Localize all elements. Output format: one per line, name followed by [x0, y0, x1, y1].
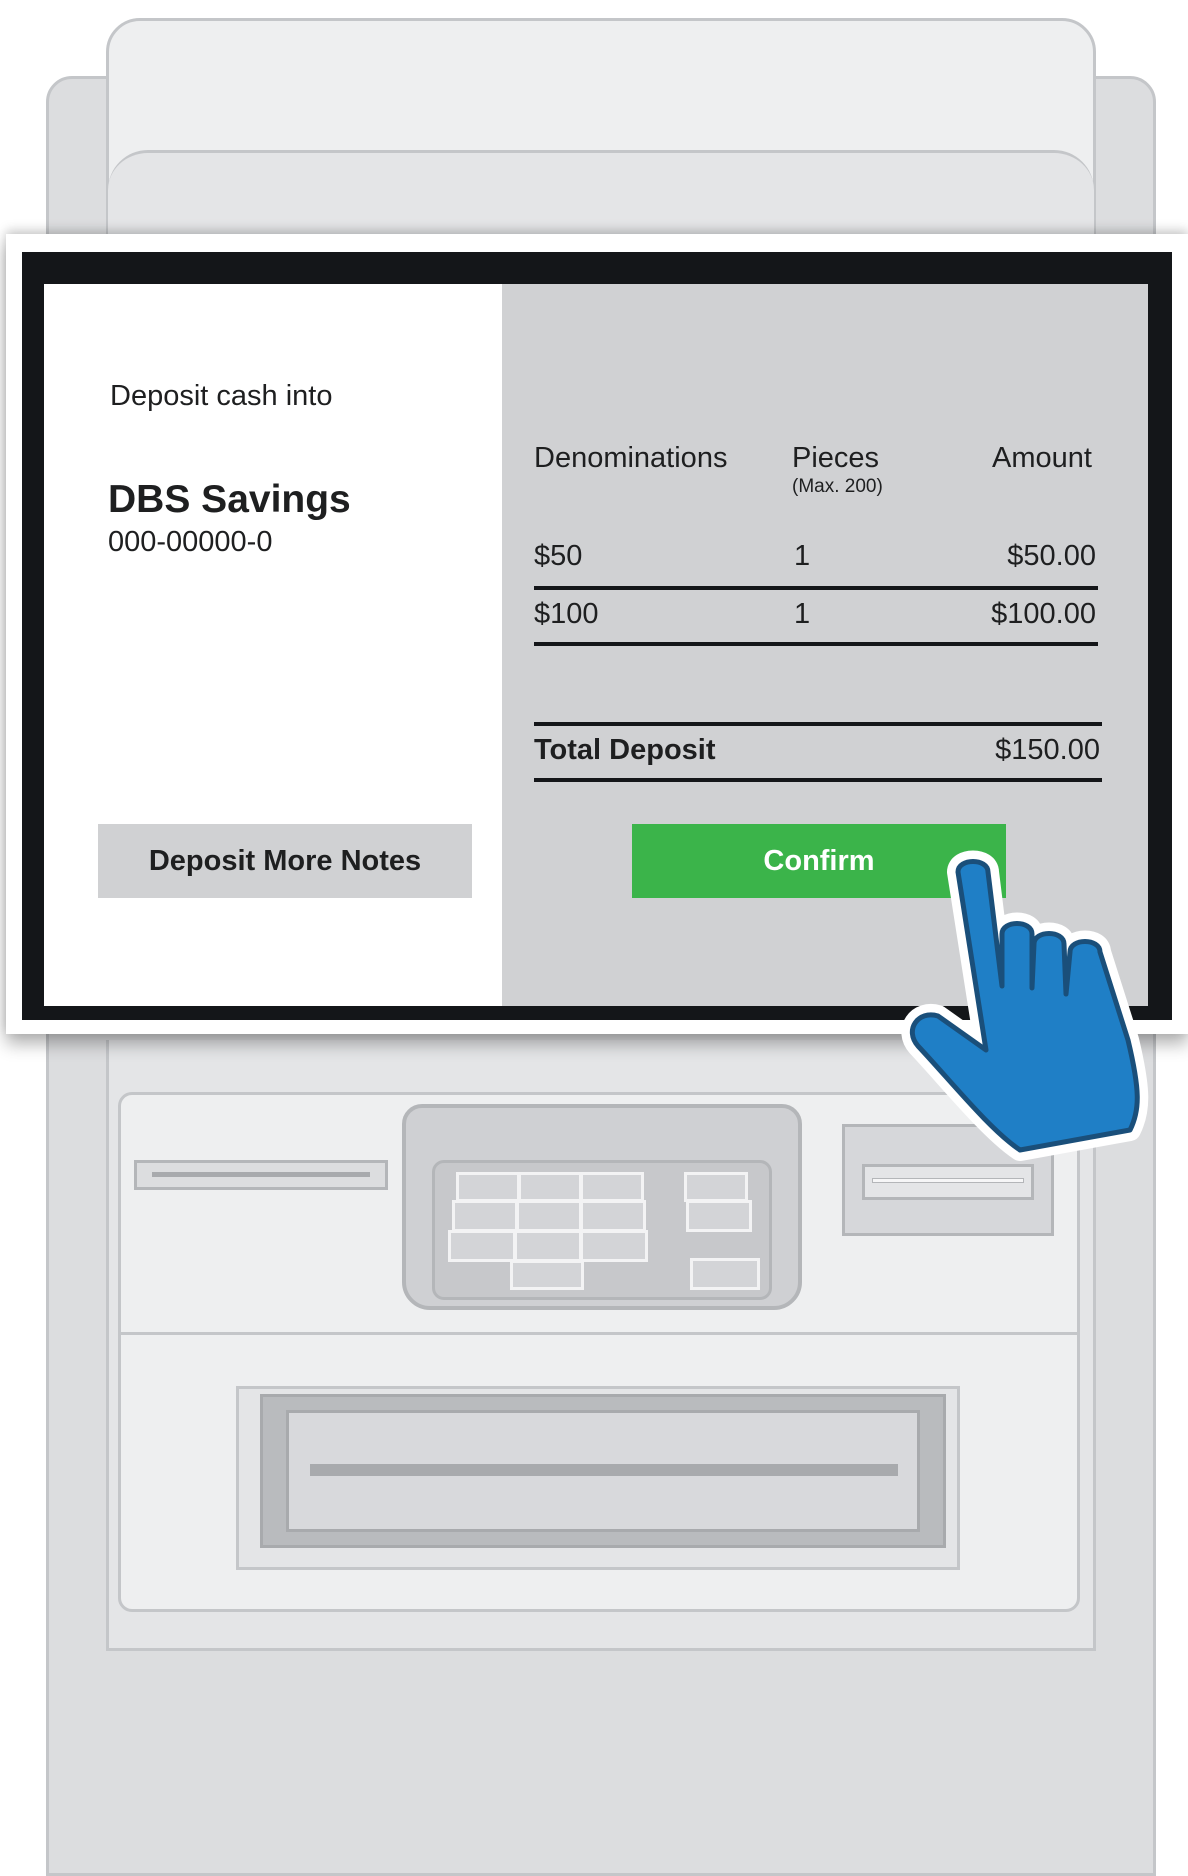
- total-bottom-divider: [534, 778, 1102, 782]
- pieces-max-note: (Max. 200): [792, 476, 883, 497]
- pointing-hand-icon: [901, 850, 1149, 1161]
- pieces-column-header: Pieces: [792, 442, 880, 474]
- keypad-key[interactable]: [448, 1230, 516, 1262]
- keypad-key[interactable]: [452, 1200, 518, 1232]
- total-deposit-amount: $150.00: [995, 734, 1100, 766]
- keypad-key[interactable]: [518, 1172, 582, 1202]
- keypad-key[interactable]: [580, 1172, 644, 1202]
- account-name: DBS Savings: [108, 478, 351, 521]
- atm-panel-divider: [120, 1332, 1078, 1335]
- atm-lower-cabinet: [106, 1648, 1096, 1854]
- row-denomination: $50: [534, 540, 583, 572]
- deposit-more-notes-button[interactable]: Deposit More Notes: [98, 824, 472, 898]
- row-divider: [534, 642, 1098, 646]
- keypad-key[interactable]: [516, 1200, 582, 1232]
- keypad-key[interactable]: [580, 1200, 646, 1232]
- row-pieces: 1: [794, 598, 811, 630]
- keypad-function-key[interactable]: [686, 1200, 752, 1232]
- card-slot-opening: [152, 1172, 370, 1177]
- cash-slot[interactable]: [310, 1464, 898, 1476]
- row-denomination: $100: [534, 598, 599, 630]
- keypad-key[interactable]: [514, 1230, 582, 1262]
- deposit-heading: Deposit cash into: [110, 380, 333, 412]
- row-amount: $100.00: [991, 598, 1096, 630]
- row-divider: [534, 586, 1098, 590]
- keypad-function-key[interactable]: [690, 1258, 760, 1290]
- account-number: 000-00000-0: [108, 526, 273, 558]
- denominations-column-header: Denominations: [534, 442, 728, 474]
- keypad-key[interactable]: [580, 1230, 648, 1262]
- pointing-hand-fill: [910, 859, 1140, 1153]
- total-deposit-label: Total Deposit: [534, 734, 716, 766]
- keypad-key[interactable]: [456, 1172, 520, 1202]
- amount-column-header: Amount: [992, 442, 1092, 474]
- row-amount: $50.00: [1007, 540, 1096, 572]
- keypad-key[interactable]: [510, 1260, 584, 1290]
- total-top-divider: [534, 722, 1102, 726]
- keypad-function-key[interactable]: [684, 1172, 748, 1202]
- row-pieces: 1: [794, 540, 811, 572]
- receipt-slot-opening: [872, 1178, 1024, 1183]
